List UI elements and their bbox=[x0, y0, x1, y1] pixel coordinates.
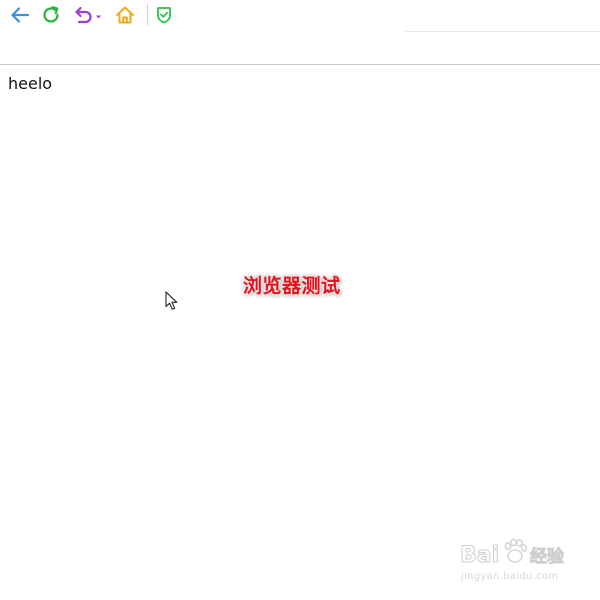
browser-toolbar bbox=[0, 0, 600, 32]
refresh-button[interactable] bbox=[39, 3, 63, 27]
undo-dropdown-icon bbox=[75, 6, 101, 24]
shield-check-icon bbox=[157, 7, 171, 24]
browser-window: heelo 浏览器测试 Bai 经验 jingyan.baidu.com bbox=[0, 0, 600, 600]
baidu-jingyan-logo: Bai 经验 bbox=[460, 538, 565, 569]
page-text: heelo bbox=[8, 74, 53, 93]
overlay-caption: 浏览器测试 bbox=[243, 275, 341, 297]
back-button[interactable] bbox=[8, 3, 32, 27]
home-icon bbox=[116, 6, 134, 24]
svg-text:Bai: Bai bbox=[460, 543, 499, 568]
svg-text:经验: 经验 bbox=[530, 546, 565, 567]
page-content: heelo 浏览器测试 bbox=[0, 65, 600, 600]
security-shield-button[interactable] bbox=[152, 3, 176, 27]
address-bar[interactable] bbox=[0, 32, 600, 65]
baidu-jingyan-watermark: Bai 经验 jingyan.baidu.com bbox=[458, 532, 570, 588]
back-arrow-icon bbox=[11, 7, 30, 23]
toolbar-separator bbox=[147, 4, 148, 26]
watermark-url: jingyan.baidu.com bbox=[461, 571, 559, 582]
undo-button[interactable] bbox=[72, 3, 106, 27]
refresh-icon bbox=[43, 6, 59, 23]
mouse-cursor-icon bbox=[165, 291, 178, 310]
home-button[interactable] bbox=[113, 3, 137, 27]
